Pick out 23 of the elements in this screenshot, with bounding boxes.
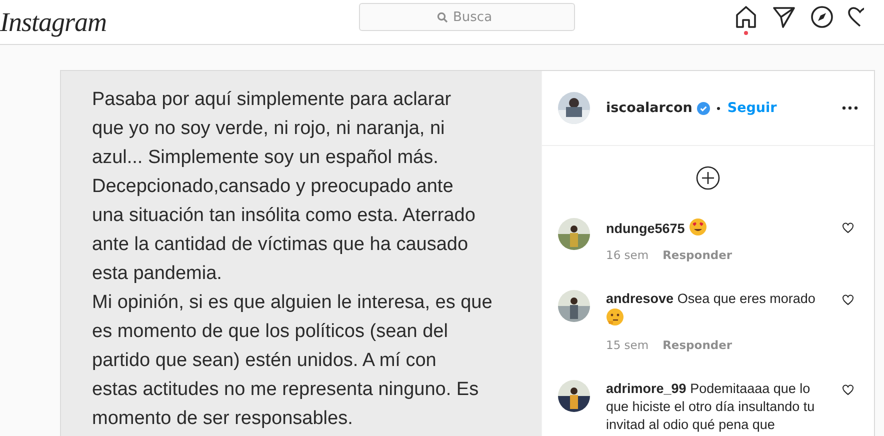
follow-link[interactable]: Seguir [727, 100, 777, 116]
reply-link[interactable]: Responder [662, 338, 732, 352]
note-text-line: ante la cantidad de víctimas que ha causado [92, 233, 468, 257]
note-text-line: Pasaba por aquí simplemente para aclarar [92, 88, 452, 112]
reply-link[interactable]: Responder [662, 248, 732, 262]
comment-text: andresove Osea que eres morado [606, 290, 821, 328]
note-text-line: es momento de que los políticos (sean del [92, 320, 448, 344]
comment-time: 15 sem [606, 338, 649, 352]
note-text-line: Mi opinión, si es que alguien le interesa, es que [92, 291, 492, 315]
note-text-line: partido que sean) estén unidos. A mí con [92, 349, 436, 373]
author-username[interactable]: iscoalarcon [606, 100, 692, 116]
note-text-line: Decepcionado,cansado y preocupado ante [92, 175, 454, 199]
note-text-line: estas actitudes no me representa ninguno. Es [92, 378, 479, 402]
search-field[interactable]: Busca [359, 3, 575, 31]
note-text-line: esta pandemia. [92, 262, 222, 286]
note-text-line: momento de ser responsables. [92, 407, 353, 431]
note-text-line: una situación tan insólita como esta. Aterrado [92, 204, 476, 228]
note-text-line: azul... Simplemente soy un español más. [92, 146, 438, 170]
comment-time: 16 sem [606, 248, 649, 262]
note-text-line: que yo no soy verde, ni rojo, ni naranja, ni [92, 117, 445, 141]
comment-text: ndunge5675 [606, 218, 821, 238]
comment-text: adrimore_99 Podemitaaaa que lo que hiciste el otro día insultando tu invitad al odio qué pena que [606, 380, 816, 434]
instagram-logo[interactable]: Instagram [0, 6, 107, 38]
